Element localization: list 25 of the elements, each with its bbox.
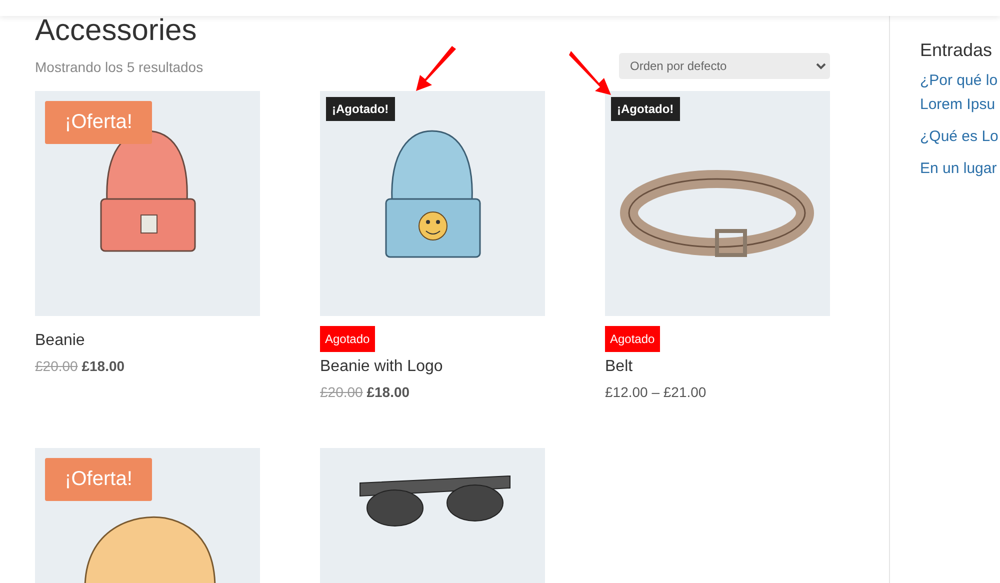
post-link[interactable]: Lorem Ipsu bbox=[920, 96, 996, 113]
regular-price: £20.00 bbox=[35, 358, 78, 374]
sold-out-badge: ¡Agotado! bbox=[326, 97, 395, 121]
post-link[interactable]: En un lugar bbox=[920, 160, 997, 177]
result-count: Mostrando los 5 resultados bbox=[35, 59, 204, 75]
sale-price: £18.00 bbox=[82, 358, 125, 374]
post-link[interactable]: ¿Qué es Lo bbox=[920, 128, 998, 145]
sale-price: £18.00 bbox=[366, 384, 410, 400]
product-image[interactable]: ¡Agotado! bbox=[605, 91, 830, 316]
product-name[interactable]: Belt bbox=[605, 358, 830, 376]
out-of-stock-label: Agotado bbox=[320, 326, 375, 352]
product-name[interactable]: Beanie bbox=[35, 332, 260, 350]
sale-badge: ¡Oferta! bbox=[45, 458, 152, 501]
chevron-down-icon bbox=[816, 62, 826, 70]
price-range: £12.00 – £21.00 bbox=[605, 384, 706, 400]
out-of-stock-label: Agotado bbox=[605, 326, 660, 352]
product-image[interactable]: ¡Agotado! bbox=[320, 91, 545, 316]
sort-dropdown[interactable]: Orden por defecto bbox=[619, 53, 830, 79]
sale-badge: ¡Oferta! bbox=[45, 101, 152, 144]
product-name[interactable]: Beanie with Logo bbox=[320, 358, 545, 376]
regular-price: £20.00 bbox=[320, 384, 363, 400]
post-link[interactable]: ¿Por qué lo bbox=[920, 72, 998, 89]
sold-out-badge: ¡Agotado! bbox=[611, 97, 680, 121]
sidebar-heading: Entradas bbox=[920, 40, 994, 61]
page-title: Accessories bbox=[35, 16, 198, 46]
